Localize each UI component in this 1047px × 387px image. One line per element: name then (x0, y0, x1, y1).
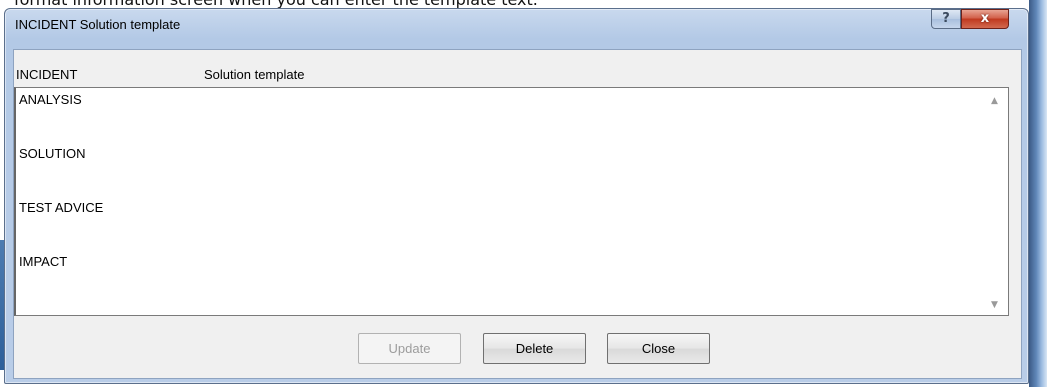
text-line-impact: IMPACT (19, 254, 68, 269)
text-line-test-advice: TEST ADVICE (19, 200, 104, 215)
window-title: INCIDENT Solution template (15, 17, 181, 32)
help-button[interactable]: ? (931, 9, 961, 29)
text-line-analysis: ANALYSIS (19, 92, 82, 107)
window-close-button[interactable]: x (961, 9, 1009, 29)
background-window-edge-right (1029, 0, 1047, 387)
scroll-down-arrow-icon[interactable]: ▼ (991, 300, 998, 310)
incident-label: INCIDENT (16, 67, 78, 82)
text-line-solution: SOLUTION (19, 146, 86, 161)
help-icon: ? (942, 11, 950, 26)
scroll-up-arrow-icon[interactable]: ▲ (991, 96, 998, 106)
delete-button[interactable]: Delete (483, 333, 586, 364)
template-text-area[interactable]: ANALYSIS SOLUTION TEST ADVICE IMPACT ▲ ▼ (14, 87, 1009, 316)
dialog-content: INCIDENT Solution template ANALYSIS SOLU… (13, 49, 1022, 379)
title-bar[interactable]: INCIDENT Solution template ? x (5, 9, 1028, 39)
update-button[interactable]: Update (358, 333, 461, 364)
close-icon: x (980, 11, 990, 26)
dialog-window: INCIDENT Solution template ? x INCIDENT … (4, 8, 1029, 384)
close-button[interactable]: Close (607, 333, 710, 364)
solution-template-label: Solution template (204, 67, 305, 82)
